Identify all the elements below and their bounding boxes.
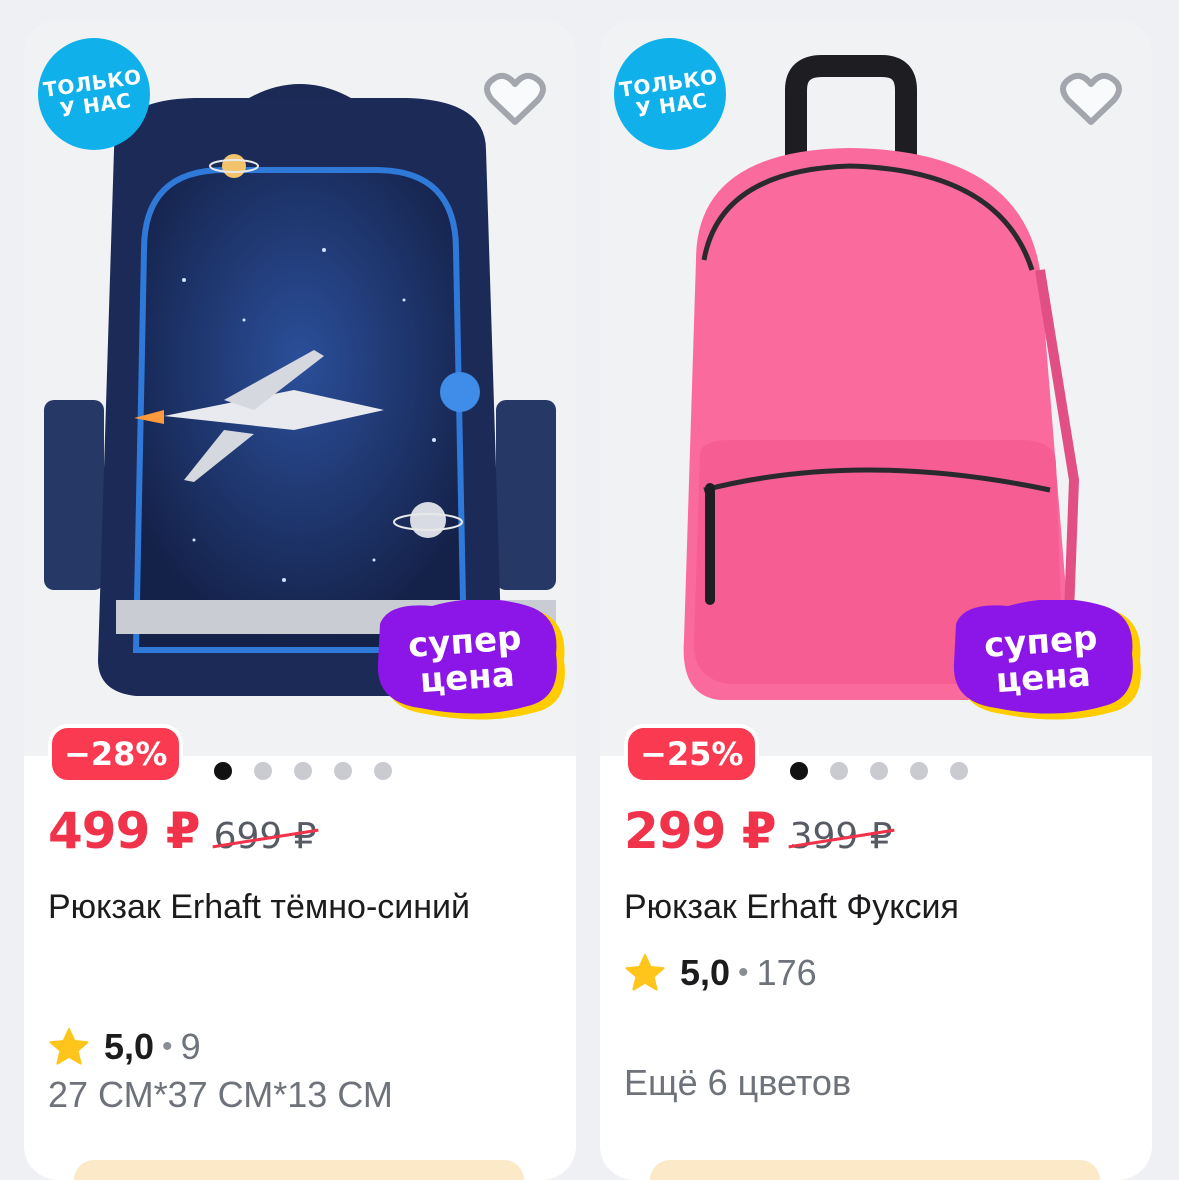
super-price-badge: супер цена bbox=[952, 600, 1148, 724]
pagination-dot[interactable] bbox=[374, 762, 392, 780]
discount-badge: −28% bbox=[48, 724, 184, 784]
heart-outline-icon bbox=[1060, 72, 1122, 125]
rating-score: 5,0 bbox=[104, 1026, 155, 1067]
star-icon bbox=[625, 954, 665, 991]
super-price-label: супер цена bbox=[982, 618, 1099, 702]
rating-separator: • bbox=[162, 1030, 173, 1063]
pagination-dot[interactable] bbox=[830, 762, 848, 780]
pagination-dot[interactable] bbox=[294, 762, 312, 780]
current-price: 299 ₽ bbox=[624, 802, 777, 860]
pagination-dot[interactable] bbox=[214, 762, 232, 780]
exclusive-badge-label: ТОЛЬКО У НАС bbox=[41, 64, 144, 122]
exclusive-badge: ТОЛЬКО У НАС bbox=[38, 38, 150, 150]
super-price-badge: супер цена bbox=[376, 600, 572, 724]
discount-badge: −25% bbox=[624, 724, 760, 784]
product-card[interactable]: ТОЛЬКО У НАС супер цена −25% 299 ₽ 399 ₽… bbox=[600, 20, 1152, 1180]
favorite-button[interactable] bbox=[1060, 72, 1130, 136]
more-colors-link[interactable]: Ещё 6 цветов bbox=[624, 1062, 851, 1104]
price-row: 499 ₽ 699 ₽ bbox=[48, 802, 317, 860]
exclusive-badge: ТОЛЬКО У НАС bbox=[614, 38, 726, 150]
product-image[interactable]: ТОЛЬКО У НАС супер цена bbox=[600, 20, 1152, 756]
favorite-button[interactable] bbox=[484, 72, 554, 136]
price-row: 299 ₽ 399 ₽ bbox=[624, 802, 893, 860]
rating-separator: • bbox=[738, 956, 749, 989]
review-count: 176 bbox=[756, 952, 817, 993]
image-pagination bbox=[790, 762, 968, 780]
pagination-dot[interactable] bbox=[910, 762, 928, 780]
super-price-label: супер цена bbox=[406, 618, 523, 702]
old-price: 699 ₽ bbox=[213, 816, 317, 857]
exclusive-badge-label: ТОЛЬКО У НАС bbox=[617, 64, 720, 122]
review-count: 9 bbox=[180, 1026, 201, 1067]
heart-outline-icon bbox=[484, 72, 546, 125]
current-price: 499 ₽ bbox=[48, 802, 201, 860]
image-pagination bbox=[214, 762, 392, 780]
rating-score: 5,0 bbox=[680, 952, 731, 993]
pagination-dot[interactable] bbox=[334, 762, 352, 780]
product-card[interactable]: ТОЛЬКО У НАС супер цена −28% 499 ₽ 699 ₽… bbox=[24, 20, 576, 1180]
add-to-cart-button[interactable] bbox=[74, 1160, 524, 1180]
pagination-dot[interactable] bbox=[790, 762, 808, 780]
pagination-dot[interactable] bbox=[870, 762, 888, 780]
pagination-dot[interactable] bbox=[950, 762, 968, 780]
old-price: 399 ₽ bbox=[789, 816, 893, 857]
pagination-dot[interactable] bbox=[254, 762, 272, 780]
product-image[interactable]: ТОЛЬКО У НАС супер цена bbox=[24, 20, 576, 756]
rating-row: 5,0 • 9 bbox=[48, 1026, 201, 1068]
product-dimensions: 27 СМ*37 СМ*13 СМ bbox=[48, 1074, 393, 1115]
product-title[interactable]: Рюкзак Erhaft Фуксия bbox=[624, 878, 1094, 936]
add-to-cart-button[interactable] bbox=[650, 1160, 1100, 1180]
star-icon bbox=[49, 1028, 89, 1065]
product-title[interactable]: Рюкзак Erhaft тёмно-синий bbox=[48, 878, 518, 936]
rating-row: 5,0 • 176 bbox=[624, 952, 817, 994]
